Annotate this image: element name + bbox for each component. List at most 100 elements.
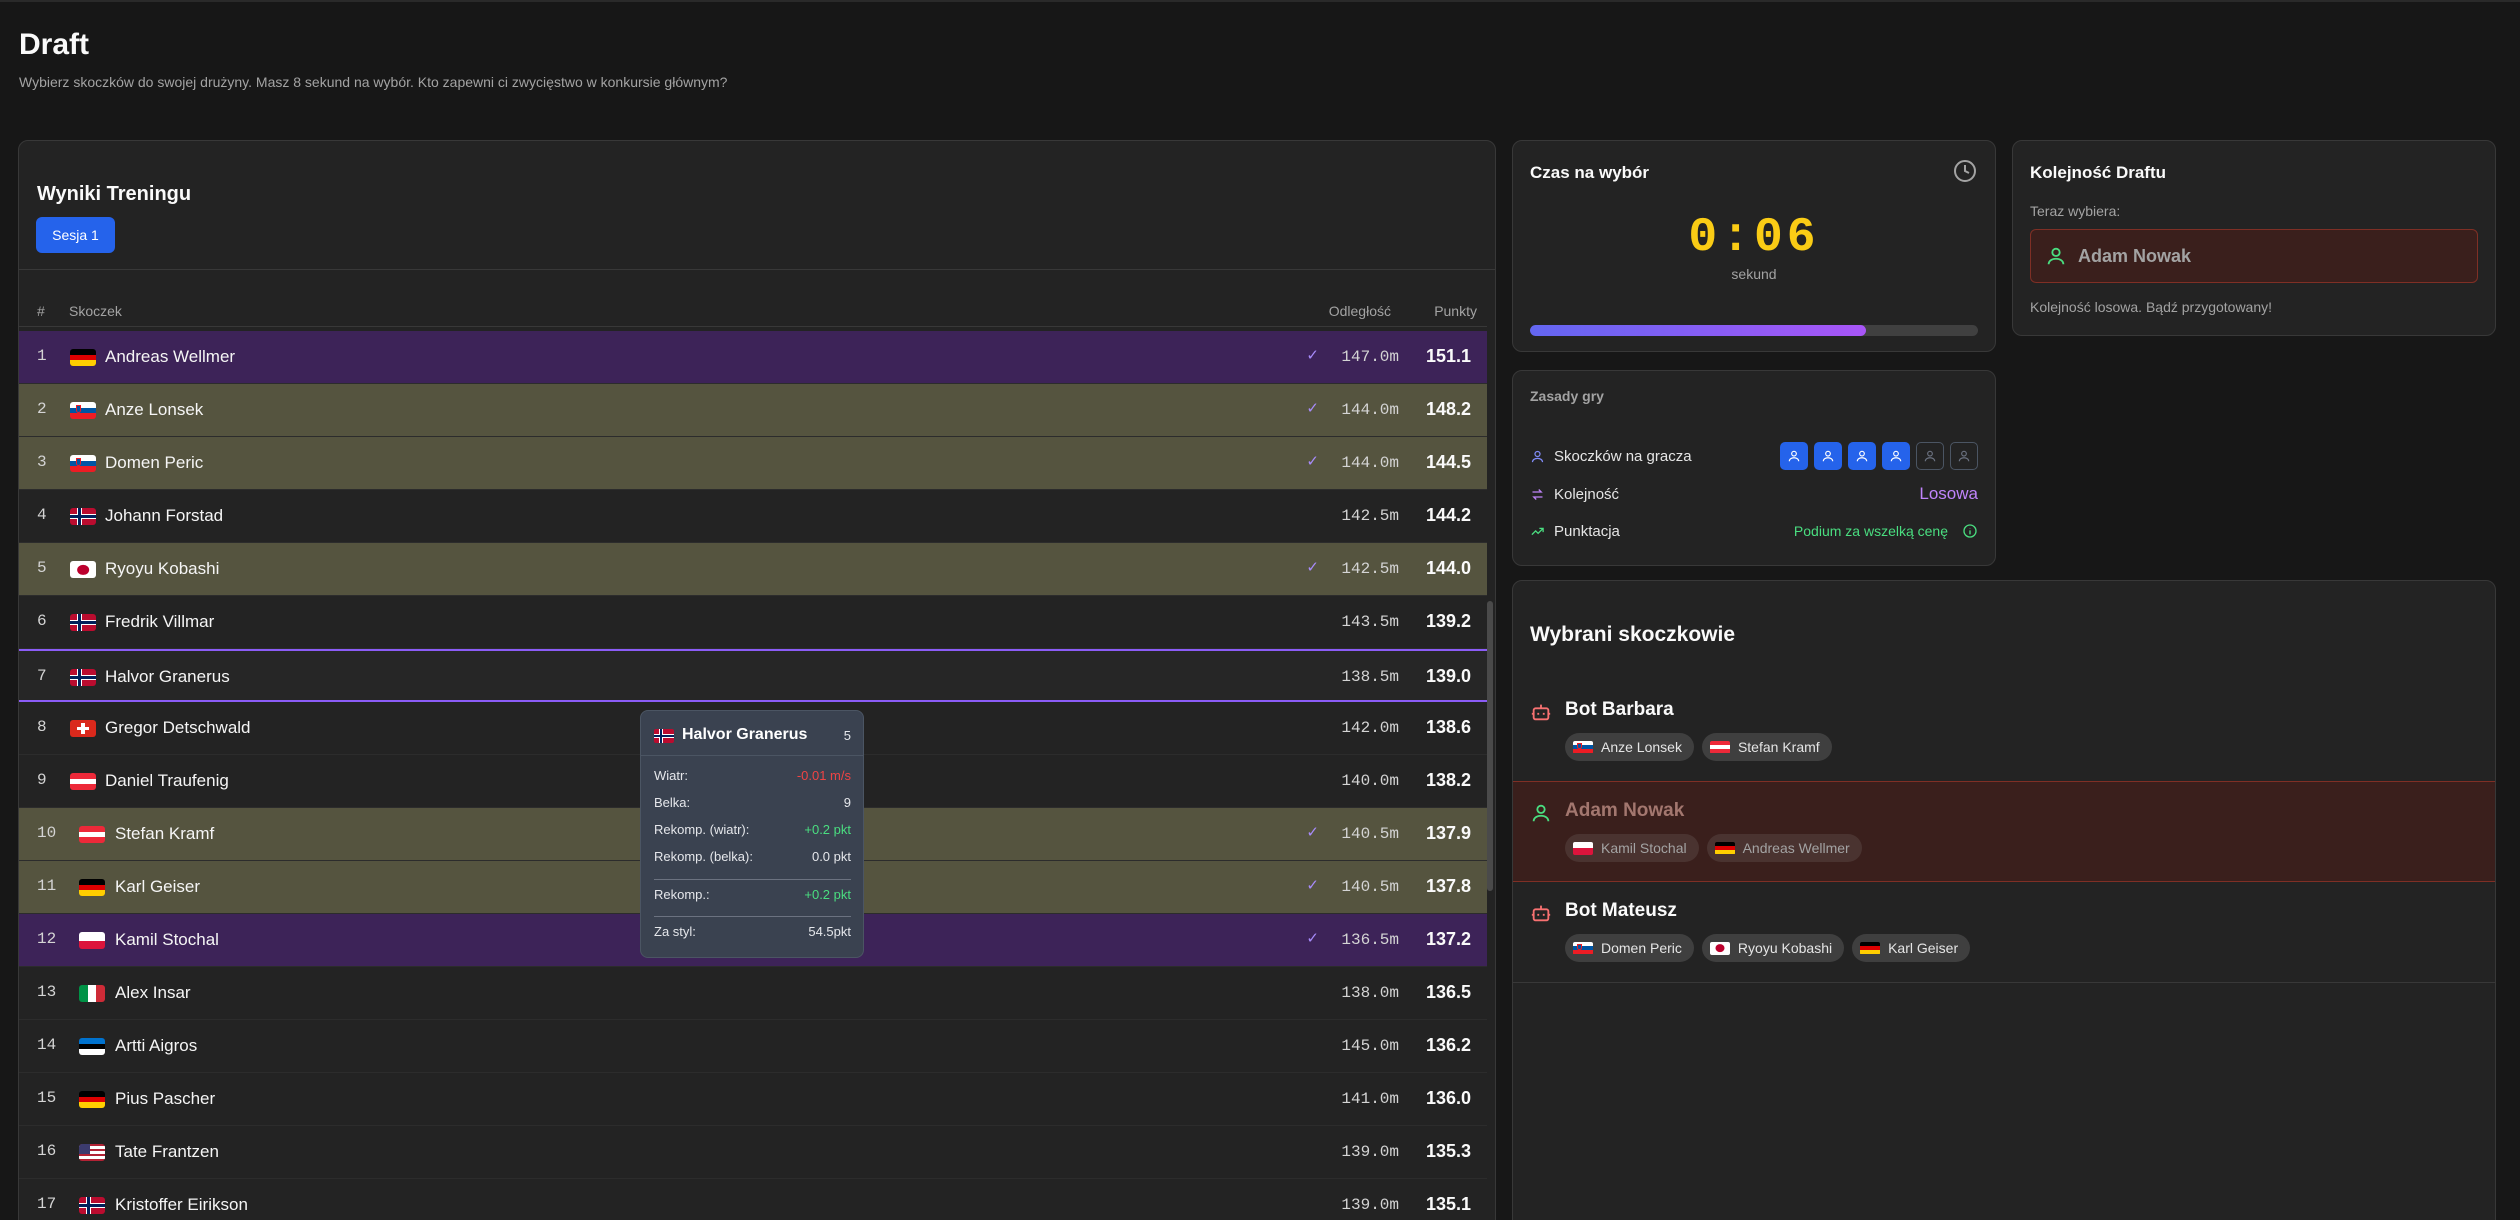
scoring-value-text: Podium za wszelką cenę bbox=[1793, 523, 1948, 539]
row-distance: 138.0m bbox=[1341, 984, 1399, 1002]
rule-label: Kolejność bbox=[1554, 485, 1620, 503]
column-header-points[interactable]: Punkty bbox=[1434, 303, 1477, 319]
table-row[interactable]: 4 Johann Forstad 142.5m 144.2 bbox=[19, 490, 1487, 543]
team-picks: Kamil Stochal Andreas Wellmer bbox=[1565, 834, 1862, 862]
row-rank: 13 bbox=[37, 983, 57, 1001]
scrollbar[interactable] bbox=[1485, 301, 1495, 1220]
table-row[interactable]: 13 Alex Insar 138.0m 136.5 bbox=[19, 967, 1487, 1020]
flag-usa-icon bbox=[79, 1144, 105, 1161]
tooltip-wind-row: Wiatr: -0.01 m/s bbox=[654, 768, 851, 783]
row-points: 139.0 bbox=[1425, 666, 1471, 686]
wind-comp-label: Rekomp. (wiatr): bbox=[654, 822, 750, 837]
check-icon: ✓ bbox=[1306, 559, 1319, 576]
check-icon: ✓ bbox=[1306, 824, 1319, 841]
check-icon: ✓ bbox=[1306, 877, 1319, 894]
row-jumper-name: Anze Lonsek bbox=[105, 400, 204, 419]
row-jumper-name: Domen Peric bbox=[105, 453, 204, 472]
table-row[interactable]: 6 Fredrik Villmar 143.5m 139.2 bbox=[19, 596, 1487, 649]
table-row[interactable]: 15 Pius Pascher 141.0m 136.0 bbox=[19, 1073, 1487, 1126]
chip-label: Anze Lonsek bbox=[1601, 739, 1682, 755]
results-title: Wyniki Treningu bbox=[37, 183, 192, 205]
row-points: 151.1 bbox=[1425, 346, 1471, 366]
flag-switzerland-icon bbox=[70, 720, 96, 737]
row-jumper-name: Stefan Kramf bbox=[115, 824, 215, 843]
scrollbar-thumb[interactable] bbox=[1487, 601, 1493, 891]
check-icon: ✓ bbox=[1306, 453, 1319, 470]
chip-label: Stefan Kramf bbox=[1737, 739, 1820, 755]
row-points: 137.2 bbox=[1425, 929, 1471, 949]
flag-germany-icon bbox=[1714, 841, 1735, 855]
picked-jumper-chip: Karl Geiser bbox=[1852, 934, 1971, 962]
picked-jumper-chip: Ryoyu Kobashi bbox=[1701, 934, 1845, 962]
selected-jumpers-panel: Wybrani skoczkowie Bot Barbara Anze Lonse… bbox=[1512, 580, 2496, 1220]
row-points: 135.1 bbox=[1425, 1194, 1471, 1214]
row-points: 148.2 bbox=[1425, 399, 1471, 419]
table-row[interactable]: 3 Domen Peric ✓ 144.0m 144.5 bbox=[19, 437, 1487, 490]
order-value: Losowa bbox=[1919, 484, 1978, 503]
chip-label: Andreas Wellmer bbox=[1742, 840, 1850, 856]
team-name: Adam Nowak bbox=[1565, 800, 1685, 821]
timer-unit: sekund bbox=[1731, 266, 1777, 282]
check-icon: ✓ bbox=[1306, 400, 1319, 417]
row-jumper-name: Kristoffer Eirikson bbox=[115, 1195, 248, 1214]
divider bbox=[19, 269, 1495, 270]
gate-comp-value: 0.0 pkt bbox=[811, 849, 851, 864]
empty-slot-user-icon bbox=[1950, 442, 1978, 470]
row-rank: 10 bbox=[37, 824, 57, 842]
row-points: 136.0 bbox=[1425, 1088, 1471, 1108]
wind-comp-value: +0.2 pkt bbox=[804, 822, 851, 837]
timer-progress-fill bbox=[1530, 325, 1866, 336]
table-row[interactable]: 16 Tate Frantzen 139.0m 135.3 bbox=[19, 1126, 1487, 1179]
timer-progress-bar bbox=[1530, 325, 1978, 336]
rule-order: Kolejność Losowa bbox=[1530, 479, 1978, 509]
row-distance: 139.0m bbox=[1341, 1143, 1399, 1161]
row-rank: 11 bbox=[37, 877, 57, 895]
table-row[interactable]: 2 Anze Lonsek ✓ 144.0m 148.2 bbox=[19, 384, 1487, 437]
flag-germany-icon bbox=[79, 1091, 105, 1108]
selected-jumpers-title: Wybrani skoczkowie bbox=[1530, 623, 1736, 646]
row-rank: 6 bbox=[37, 612, 47, 630]
flag-germany-icon bbox=[70, 349, 96, 366]
column-header-jumper[interactable]: Skoczek bbox=[69, 303, 122, 319]
row-jumper-name: Andreas Wellmer bbox=[105, 347, 236, 366]
table-row[interactable]: 7 Halvor Granerus 138.5m 139.0 bbox=[19, 649, 1487, 702]
table-row[interactable]: 5 Ryoyu Kobashi ✓ 142.5m 144.0 bbox=[19, 543, 1487, 596]
scoring-value[interactable]: Podium za wszelką cenę bbox=[1794, 523, 1978, 539]
tooltip-style-row: Za styl: 54.5pkt bbox=[654, 924, 851, 939]
tooltip-gate-row: Belka: 9 bbox=[654, 795, 851, 810]
row-jumper-name: Fredrik Villmar bbox=[105, 612, 215, 631]
row-jumper-name: Ryoyu Kobashi bbox=[105, 559, 220, 578]
row-distance: 140.0m bbox=[1341, 772, 1399, 790]
flag-norway-icon bbox=[70, 508, 96, 525]
row-distance: 147.0m bbox=[1341, 348, 1399, 366]
picked-jumper-chip: Anze Lonsek bbox=[1565, 733, 1694, 761]
gate-comp-label: Rekomp. (belka): bbox=[654, 849, 753, 864]
row-distance: 144.0m bbox=[1341, 401, 1399, 419]
row-rank: 1 bbox=[37, 347, 47, 365]
table-row[interactable]: 17 Kristoffer Eirikson 139.0m 135.1 bbox=[19, 1179, 1487, 1220]
draft-order-note: Kolejność losowa. Bądź przygotowany! bbox=[2030, 299, 2273, 315]
swap-icon bbox=[1530, 487, 1548, 502]
table-row[interactable]: 14 Artti Aigros 145.0m 136.2 bbox=[19, 1020, 1487, 1073]
row-rank: 3 bbox=[37, 453, 47, 471]
row-rank: 2 bbox=[37, 400, 47, 418]
picked-jumper-chip: Andreas Wellmer bbox=[1706, 834, 1862, 862]
chip-label: Kamil Stochal bbox=[1601, 840, 1687, 856]
bot-icon bbox=[1530, 701, 1552, 728]
flag-austria-icon bbox=[70, 773, 96, 790]
pick-timer-panel: Czas na wybór 0:06 sekund bbox=[1512, 140, 1996, 352]
filled-slot-user-icon bbox=[1814, 442, 1842, 470]
total-comp-label: Rekomp.: bbox=[654, 887, 710, 902]
divider bbox=[641, 755, 863, 756]
table-row[interactable]: 1 Andreas Wellmer ✓ 147.0m 151.1 bbox=[19, 331, 1487, 384]
column-header-distance[interactable]: Odległość bbox=[1329, 303, 1391, 319]
session-1-tab[interactable]: Sesja 1 bbox=[36, 217, 115, 253]
flag-norway-icon bbox=[70, 669, 96, 686]
game-rules-panel: Zasady gry Skoczków na gracza Kolejność … bbox=[1512, 370, 1996, 566]
filled-slot-user-icon bbox=[1882, 442, 1910, 470]
tooltip-jumper-name: Halvor Granerus bbox=[682, 726, 808, 743]
timer-value: 0:06 bbox=[1688, 211, 1820, 265]
row-points: 139.2 bbox=[1425, 611, 1471, 631]
flag-poland-icon bbox=[1573, 841, 1593, 855]
info-icon[interactable] bbox=[1962, 523, 1978, 539]
